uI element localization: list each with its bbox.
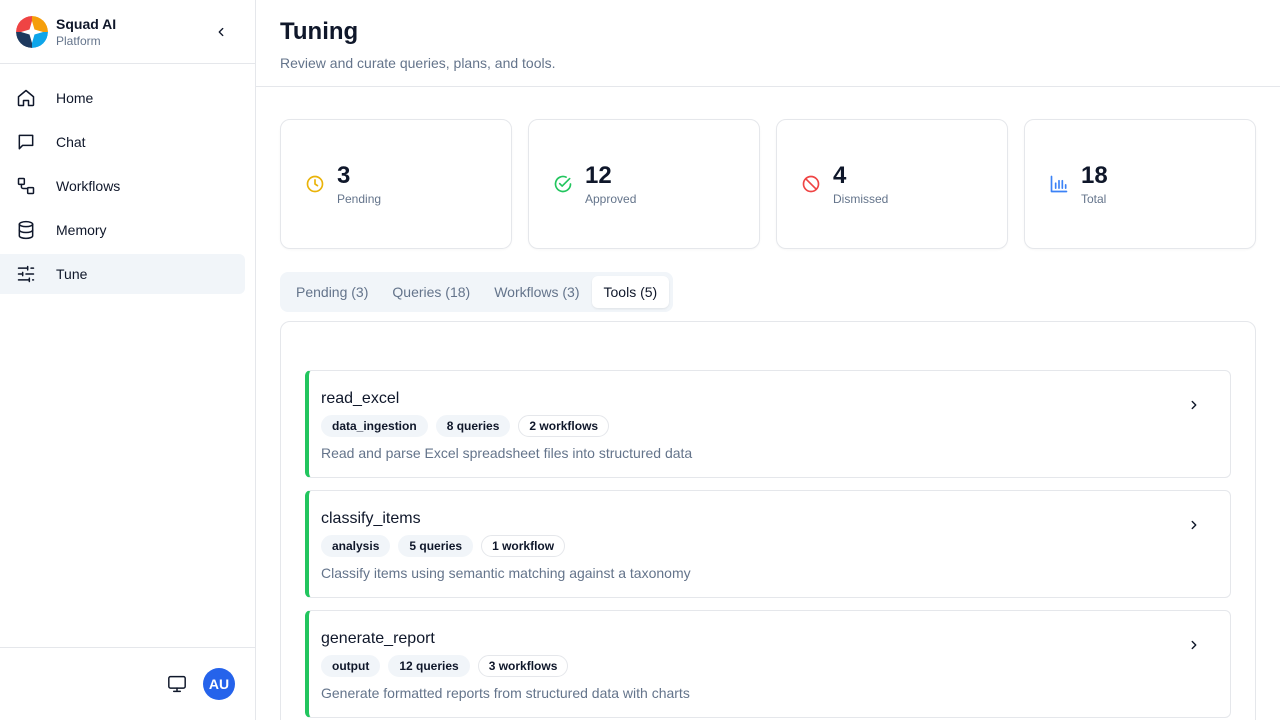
stat-card-pending: 3 Pending <box>280 119 512 249</box>
chevron-right-icon[interactable] <box>1186 637 1202 653</box>
stats-row: 3 Pending 12 Approved 4 Dismissed 18 Tot… <box>280 119 1256 249</box>
tab-queries[interactable]: Queries (18) <box>380 276 482 308</box>
main-content: Tuning Review and curate queries, plans,… <box>256 0 1280 720</box>
sidebar-item-memory[interactable]: Memory <box>0 210 245 250</box>
chat-icon <box>16 132 36 152</box>
workflows-badge: 2 workflows <box>518 415 610 437</box>
stat-label: Total <box>1081 191 1107 206</box>
stat-label: Approved <box>585 191 637 206</box>
sidebar-item-label: Workflows <box>56 178 121 194</box>
sidebar-item-workflows[interactable]: Workflows <box>0 166 245 206</box>
stat-text: 3 Pending <box>337 162 381 207</box>
list-item[interactable]: classify_items analysis 5 queries 1 work… <box>305 490 1231 598</box>
brand-text: Squad AI Platform <box>56 15 116 49</box>
tool-name: read_excel <box>321 390 400 407</box>
home-icon <box>16 88 36 108</box>
sidebar-item-label: Memory <box>56 222 107 238</box>
sidebar: Squad AI Platform Home Chat Workflows Me… <box>0 0 256 720</box>
display-mode-button[interactable] <box>166 674 188 694</box>
chevron-right-icon[interactable] <box>1186 397 1202 413</box>
sidebar-item-tune[interactable]: Tune <box>0 254 245 294</box>
category-badge: data_ingestion <box>321 415 428 437</box>
tool-name: generate_report <box>321 630 435 647</box>
sidebar-item-label: Home <box>56 90 94 106</box>
sidebar-footer: AU <box>0 647 255 720</box>
stat-label: Pending <box>337 191 382 206</box>
category-badge: output <box>321 655 381 677</box>
list-item[interactable]: generate_report output 12 queries 3 work… <box>305 610 1231 718</box>
sidebar-item-label: Chat <box>56 134 86 150</box>
stat-value: 18 <box>1081 161 1108 189</box>
tuning-tabs: Pending (3) Queries (18) Workflows (3) T… <box>280 272 674 312</box>
workflows-badge: 3 workflows <box>477 655 569 677</box>
workflows-icon <box>16 176 36 196</box>
bar-chart-icon <box>1049 174 1069 194</box>
workflows-badge: 1 workflow <box>481 535 566 557</box>
check-circle-icon <box>553 174 573 194</box>
tool-name: classify_items <box>321 510 421 527</box>
avatar[interactable]: AU <box>203 668 235 700</box>
chevron-left-icon <box>218 27 224 37</box>
clock-icon <box>305 174 325 194</box>
monitor-icon <box>168 675 186 693</box>
stat-label: Dismissed <box>833 191 889 206</box>
queries-badge: 12 queries <box>388 655 470 677</box>
collapse-sidebar-button[interactable] <box>211 22 231 42</box>
stat-card-total: 18 Total <box>1024 119 1256 249</box>
stat-value: 12 <box>585 161 612 189</box>
tool-description: Classify items using semantic matching a… <box>321 565 691 581</box>
tab-pending[interactable]: Pending (3) <box>284 276 380 308</box>
tool-badges: output 12 queries 3 workflows <box>321 655 1230 677</box>
tool-description: Read and parse Excel spreadsheet files i… <box>321 445 693 461</box>
stat-value: 4 <box>833 161 847 189</box>
stat-card-approved: 12 Approved <box>528 119 760 249</box>
category-badge: analysis <box>321 535 391 557</box>
brand-subtitle: Platform <box>56 33 101 48</box>
stat-text: 4 Dismissed <box>833 162 888 207</box>
ban-icon <box>801 174 821 194</box>
stat-value: 3 <box>337 161 351 189</box>
page-title: Tuning <box>280 18 359 45</box>
queries-badge: 5 queries <box>398 535 474 557</box>
page-subtitle: Review and curate queries, plans, and to… <box>280 55 556 71</box>
tool-list: read_excel data_ingestion 8 queries 2 wo… <box>305 370 1231 720</box>
brand-name: Squad AI <box>56 15 117 32</box>
sidebar-nav: Home Chat Workflows Memory Tune <box>0 64 255 294</box>
tool-badges: analysis 5 queries 1 workflow <box>321 535 1230 557</box>
sliders-icon <box>16 264 36 284</box>
sidebar-item-home[interactable]: Home <box>0 78 245 118</box>
queries-badge: 8 queries <box>435 415 511 437</box>
sidebar-item-chat[interactable]: Chat <box>0 122 245 162</box>
tab-workflows[interactable]: Workflows (3) <box>482 276 591 308</box>
tools-panel: read_excel data_ingestion 8 queries 2 wo… <box>280 321 1256 720</box>
tab-tools[interactable]: Tools (5) <box>591 276 670 308</box>
list-item[interactable]: read_excel data_ingestion 8 queries 2 wo… <box>305 370 1231 478</box>
sidebar-item-label: Tune <box>56 266 88 282</box>
stat-text: 18 Total <box>1081 162 1108 207</box>
page-header: Tuning Review and curate queries, plans,… <box>256 0 1280 87</box>
chevron-right-icon[interactable] <box>1186 517 1202 533</box>
stat-text: 12 Approved <box>585 162 636 207</box>
squad-logo-icon <box>16 15 48 48</box>
tool-badges: data_ingestion 8 queries 2 workflows <box>321 415 1230 437</box>
brand-header: Squad AI Platform <box>0 0 255 64</box>
stat-card-dismissed: 4 Dismissed <box>776 119 1008 249</box>
database-icon <box>16 220 36 240</box>
tool-description: Generate formatted reports from structur… <box>321 685 690 701</box>
